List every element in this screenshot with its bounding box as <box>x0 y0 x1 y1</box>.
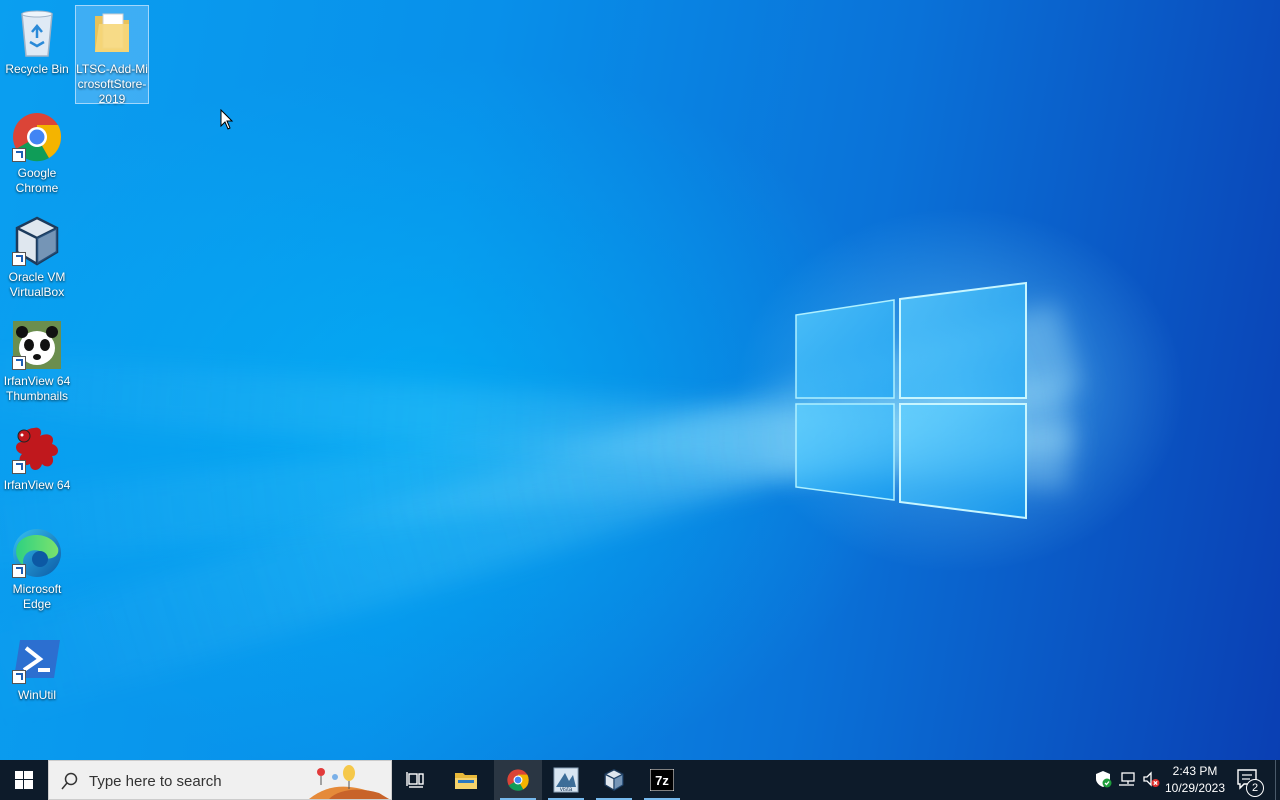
show-desktop-button[interactable] <box>1275 760 1280 800</box>
search-placeholder: Type here to search <box>89 773 222 790</box>
desktop-icon-label: WinUtil <box>18 688 56 702</box>
desktop-background[interactable]: Recycle Bin LTSC-Add-MicrosoftStore-2019 <box>0 0 1280 760</box>
taskbar-search-box[interactable]: Type here to search <box>48 760 392 800</box>
desktop-icon-winutil[interactable]: WinUtil <box>1 632 73 703</box>
desktop-icon-label: Microsoft Edge <box>12 582 62 611</box>
recycle-bin-icon <box>10 6 64 60</box>
windows-security-icon[interactable] <box>1094 770 1112 788</box>
shortcut-arrow-icon <box>12 564 26 578</box>
shortcut-arrow-icon <box>12 670 26 684</box>
desktop-icon-irfanview-thumbnails[interactable]: IrfanView 64 Thumbnails <box>1 318 73 404</box>
chrome-icon <box>10 110 64 164</box>
shortcut-arrow-icon <box>12 252 26 266</box>
desktop-icon-microsoft-edge[interactable]: Microsoft Edge <box>1 526 73 612</box>
mouse-cursor-icon <box>220 109 234 130</box>
powershell-icon <box>10 632 64 686</box>
desktop-icon-ltsc-folder[interactable]: LTSC-Add-MicrosoftStore-2019 <box>75 5 149 106</box>
irfanview-icon <box>10 422 64 476</box>
shortcut-arrow-icon <box>12 460 26 474</box>
folder-icon <box>85 6 139 60</box>
desktop-icon-label: LTSC-Add-MicrosoftStore-2019 <box>76 62 148 106</box>
vista-app-icon: vista <box>553 767 579 793</box>
file-explorer-icon <box>455 773 477 789</box>
search-icon <box>61 772 78 790</box>
desktop-icon-irfanview[interactable]: IrfanView 64 <box>1 422 73 493</box>
taskbar-7zip[interactable]: 7z <box>638 760 686 800</box>
7zip-label: 7z <box>655 773 669 788</box>
edge-icon <box>10 526 64 580</box>
desktop-icon-label: Google Chrome <box>15 166 59 195</box>
taskbar-google-chrome[interactable] <box>494 760 542 800</box>
task-view-icon <box>406 772 424 788</box>
desktop-icon-label: IrfanView 64 Thumbnails <box>3 374 71 403</box>
clock-time: 2:43 PM <box>1172 764 1218 778</box>
shortcut-arrow-icon <box>12 356 26 370</box>
desktop-icon-virtualbox[interactable]: Oracle VM VirtualBox <box>1 214 73 300</box>
volume-muted-icon[interactable] <box>1142 770 1160 788</box>
taskbar-vista-app[interactable]: vista <box>542 760 590 800</box>
irfanview-thumbnails-icon <box>10 318 64 372</box>
taskbar: Type here to search vista 7z 2:43 PM 10/… <box>0 760 1280 800</box>
taskbar-virtualbox[interactable] <box>590 760 638 800</box>
virtualbox-icon <box>10 214 64 268</box>
start-button[interactable] <box>0 760 48 800</box>
task-view-button[interactable] <box>392 760 440 800</box>
vista-label: vista <box>560 787 573 793</box>
shortcut-arrow-icon <box>12 148 26 162</box>
clock-date: 10/29/2023 <box>1164 781 1226 795</box>
desktop-icon-label: IrfanView 64 <box>3 478 71 492</box>
search-highlight-illustration-icon <box>309 765 389 799</box>
7zip-icon: 7z <box>650 769 674 791</box>
system-clock[interactable]: 2:43 PM 10/29/2023 <box>1160 763 1230 797</box>
taskbar-file-explorer[interactable] <box>442 760 490 800</box>
network-icon[interactable] <box>1118 770 1136 788</box>
notification-count-badge: 2 <box>1246 779 1264 797</box>
desktop-icon-recycle-bin[interactable]: Recycle Bin <box>1 6 73 77</box>
desktop-icon-google-chrome[interactable]: Google Chrome <box>1 110 73 196</box>
virtualbox-icon <box>604 769 624 791</box>
desktop-icon-label: Oracle VM VirtualBox <box>8 270 66 299</box>
desktop-icon-label: Recycle Bin <box>5 62 69 76</box>
chrome-icon <box>507 769 529 791</box>
windows-start-icon <box>15 771 33 789</box>
